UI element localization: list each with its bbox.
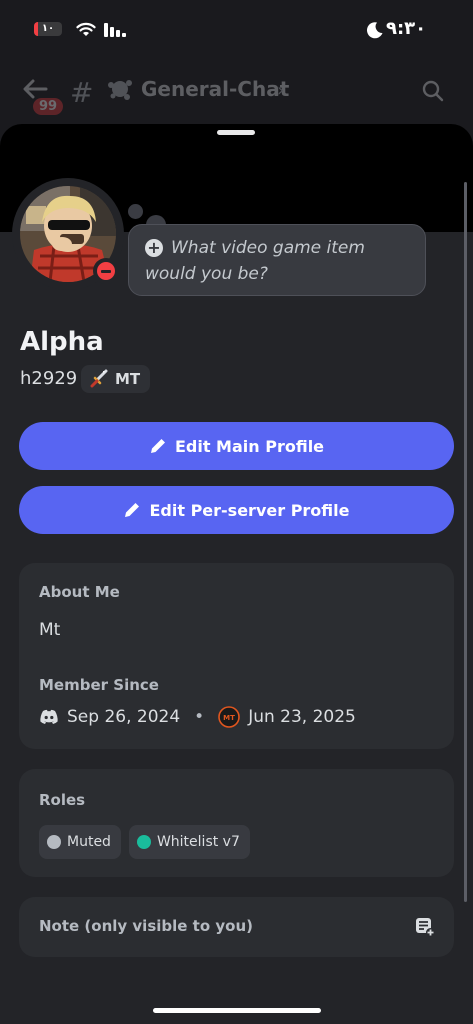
channel-name[interactable]: General-Chat [141,77,289,101]
pencil-icon [125,503,140,517]
battery-level-text: ١٠ [41,23,55,34]
custom-status-bubble[interactable]: + What video game item would you be? [128,224,426,296]
role-name: Whitelist v7 [156,834,240,850]
dnd-status-icon [93,258,119,284]
separator-dot: • [194,707,205,727]
home-indicator[interactable] [153,1008,321,1013]
about-me-label: About Me [39,583,120,601]
role-name: Muted [67,834,111,850]
role-color-dot [47,835,61,849]
moon-icon [366,22,383,39]
discord-member-since: Sep 26, 2024 [67,707,181,727]
clock: ٩:٣٠ [386,18,427,39]
pencil-icon [150,439,165,453]
roles-label: Roles [39,791,86,809]
svg-text:MT: MT [223,714,235,722]
member-since-row: Sep 26, 2024 • MT Jun 23, 2025 [39,706,356,728]
role-color-dot [136,835,151,849]
wifi-icon [76,22,96,36]
note-card[interactable]: Note (only visible to you) [19,897,454,957]
username: h2929 [20,368,78,389]
scrollbar[interactable] [464,182,467,902]
server-tag-badge[interactable]: MT [81,365,151,393]
member-since-label: Member Since [39,676,159,694]
about-me-text: Mt [39,620,61,640]
channel-header: 99 # General-Chat › [0,62,473,122]
edit-per-server-profile-button[interactable]: Edit Per-server Profile [19,486,454,534]
unread-badge: 99 [33,98,64,115]
status-bar: ١٠ ٩:٣٠ [0,0,473,60]
hashtag-icon: # [70,76,94,109]
server-member-since: Jun 23, 2025 [248,707,356,727]
server-tag-text: MT [115,370,141,388]
edit-main-profile-label: Edit Main Profile [174,436,325,456]
battery-icon: ١٠ [34,22,62,36]
cellular-signal-icon [104,23,126,37]
profile-sheet: + What video game item would you be? Alp… [0,124,473,1024]
role-chip[interactable]: Muted [39,825,121,859]
custom-status-text: What video game item would you be? [145,238,365,284]
sword-icon [90,369,108,388]
edit-main-profile-button[interactable]: Edit Main Profile [19,422,454,470]
display-name: Alpha [20,327,104,357]
back-arrow-icon[interactable] [22,78,48,100]
server-icon: MT [218,706,240,728]
splat-icon [108,80,132,100]
roles-card: Roles Muted Whitelist v7 [19,769,454,877]
thought-bubble-dot [128,204,143,219]
about-card: About Me Mt Member Since Sep 26, 2024 • … [19,563,454,749]
note-label: Note (only visible to you) [39,917,253,935]
search-icon[interactable] [422,80,444,102]
chevron-right-icon[interactable]: › [277,80,284,101]
sheet-grabber[interactable] [217,130,255,135]
add-note-icon[interactable] [415,917,435,937]
edit-per-server-profile-label: Edit Per-server Profile [149,500,350,520]
discord-logo-icon [40,709,58,724]
roles-list: Muted Whitelist v7 [39,825,250,859]
role-chip[interactable]: Whitelist v7 [128,825,250,859]
